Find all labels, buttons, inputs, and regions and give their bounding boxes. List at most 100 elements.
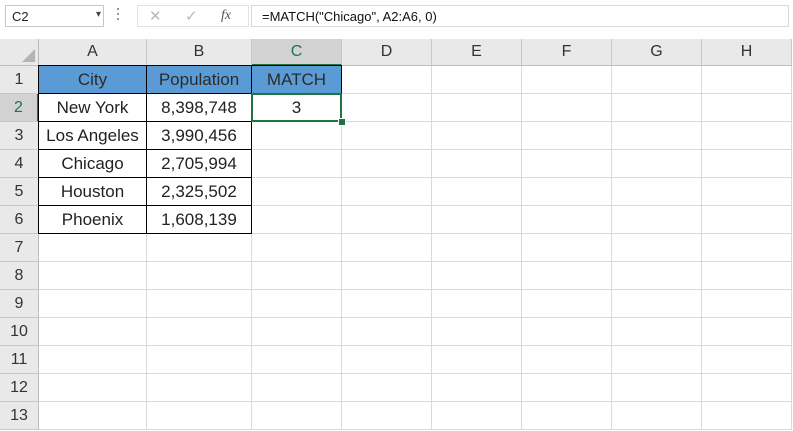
cell-d9[interactable] — [342, 290, 432, 318]
cell-h8[interactable] — [702, 262, 792, 290]
cell-a3[interactable]: Los Angeles — [38, 121, 147, 150]
cell-a8[interactable] — [39, 262, 147, 290]
cell-e2[interactable] — [432, 94, 522, 122]
cell-e12[interactable] — [432, 374, 522, 402]
cell-a5[interactable]: Houston — [38, 177, 147, 206]
cell-e11[interactable] — [432, 346, 522, 374]
cell-h6[interactable] — [702, 206, 792, 234]
name-box[interactable]: C2 ▾ — [5, 5, 104, 27]
column-header-f[interactable]: F — [522, 39, 612, 66]
cell-c6[interactable] — [252, 206, 342, 234]
cell-b3[interactable]: 3,990,456 — [146, 121, 252, 150]
cell-e5[interactable] — [432, 178, 522, 206]
row-header-6[interactable]: 6 — [0, 206, 39, 234]
cell-b12[interactable] — [147, 374, 252, 402]
cell-f5[interactable] — [522, 178, 612, 206]
cell-d8[interactable] — [342, 262, 432, 290]
cell-h13[interactable] — [702, 402, 792, 430]
cell-g3[interactable] — [612, 122, 702, 150]
column-header-h[interactable]: H — [702, 39, 792, 66]
cell-d7[interactable] — [342, 234, 432, 262]
cell-d4[interactable] — [342, 150, 432, 178]
cell-b5[interactable]: 2,325,502 — [146, 177, 252, 206]
cell-e6[interactable] — [432, 206, 522, 234]
row-header-3[interactable]: 3 — [0, 122, 39, 150]
cell-h12[interactable] — [702, 374, 792, 402]
cell-h5[interactable] — [702, 178, 792, 206]
cell-c4[interactable] — [252, 150, 342, 178]
cell-f12[interactable] — [522, 374, 612, 402]
cell-h11[interactable] — [702, 346, 792, 374]
cell-c11[interactable] — [252, 346, 342, 374]
cell-d3[interactable] — [342, 122, 432, 150]
cell-g1[interactable] — [612, 66, 702, 94]
cell-e4[interactable] — [432, 150, 522, 178]
cell-a11[interactable] — [39, 346, 147, 374]
cell-g6[interactable] — [612, 206, 702, 234]
cell-c10[interactable] — [252, 318, 342, 346]
cell-c3[interactable] — [252, 122, 342, 150]
cell-f6[interactable] — [522, 206, 612, 234]
cell-a9[interactable] — [39, 290, 147, 318]
cell-b7[interactable] — [147, 234, 252, 262]
row-header-2[interactable]: 2 — [0, 94, 39, 122]
column-header-b[interactable]: B — [147, 39, 252, 66]
cell-b9[interactable] — [147, 290, 252, 318]
cell-h7[interactable] — [702, 234, 792, 262]
checkmark-icon[interactable]: ✓ — [185, 7, 198, 25]
cell-g4[interactable] — [612, 150, 702, 178]
cell-h10[interactable] — [702, 318, 792, 346]
cell-e8[interactable] — [432, 262, 522, 290]
cell-h2[interactable] — [702, 94, 792, 122]
cell-f1[interactable] — [522, 66, 612, 94]
cell-d5[interactable] — [342, 178, 432, 206]
cancel-x-icon[interactable]: ✕ — [149, 7, 162, 25]
cell-g12[interactable] — [612, 374, 702, 402]
cell-d13[interactable] — [342, 402, 432, 430]
cell-a4[interactable]: Chicago — [38, 149, 147, 178]
cell-e9[interactable] — [432, 290, 522, 318]
cell-c1[interactable]: MATCH — [251, 65, 342, 94]
column-header-a[interactable]: A — [39, 39, 147, 66]
cell-g9[interactable] — [612, 290, 702, 318]
cell-g10[interactable] — [612, 318, 702, 346]
cell-f2[interactable] — [522, 94, 612, 122]
cell-b8[interactable] — [147, 262, 252, 290]
cell-g2[interactable] — [612, 94, 702, 122]
cell-a1[interactable]: City — [38, 65, 147, 94]
row-header-5[interactable]: 5 — [0, 178, 39, 206]
row-header-13[interactable]: 13 — [0, 402, 39, 430]
column-header-d[interactable]: D — [342, 39, 432, 66]
cell-b1[interactable]: Population — [146, 65, 252, 94]
cell-f8[interactable] — [522, 262, 612, 290]
cell-b13[interactable] — [147, 402, 252, 430]
row-header-1[interactable]: 1 — [0, 66, 39, 94]
cell-f7[interactable] — [522, 234, 612, 262]
formula-input[interactable]: =MATCH("Chicago", A2:A6, 0) — [251, 5, 789, 27]
cell-b4[interactable]: 2,705,994 — [146, 149, 252, 178]
column-header-e[interactable]: E — [432, 39, 522, 66]
cell-f9[interactable] — [522, 290, 612, 318]
cell-g11[interactable] — [612, 346, 702, 374]
cell-g13[interactable] — [612, 402, 702, 430]
cell-b11[interactable] — [147, 346, 252, 374]
cell-e7[interactable] — [432, 234, 522, 262]
cell-g8[interactable] — [612, 262, 702, 290]
cell-a6[interactable]: Phoenix — [38, 205, 147, 234]
cell-e1[interactable] — [432, 66, 522, 94]
cell-a10[interactable] — [39, 318, 147, 346]
insert-function-icon[interactable]: fx — [221, 8, 231, 24]
cell-h3[interactable] — [702, 122, 792, 150]
select-all-button[interactable] — [0, 39, 39, 66]
cell-c5[interactable] — [252, 178, 342, 206]
cell-c7[interactable] — [252, 234, 342, 262]
chevron-down-icon[interactable]: ▾ — [96, 9, 101, 20]
cell-d11[interactable] — [342, 346, 432, 374]
row-header-8[interactable]: 8 — [0, 262, 39, 290]
cell-d2[interactable] — [342, 94, 432, 122]
column-header-g[interactable]: G — [612, 39, 702, 66]
cell-a7[interactable] — [39, 234, 147, 262]
cell-a2[interactable]: New York — [38, 93, 147, 122]
column-header-c[interactable]: C — [252, 39, 342, 66]
cell-c12[interactable] — [252, 374, 342, 402]
